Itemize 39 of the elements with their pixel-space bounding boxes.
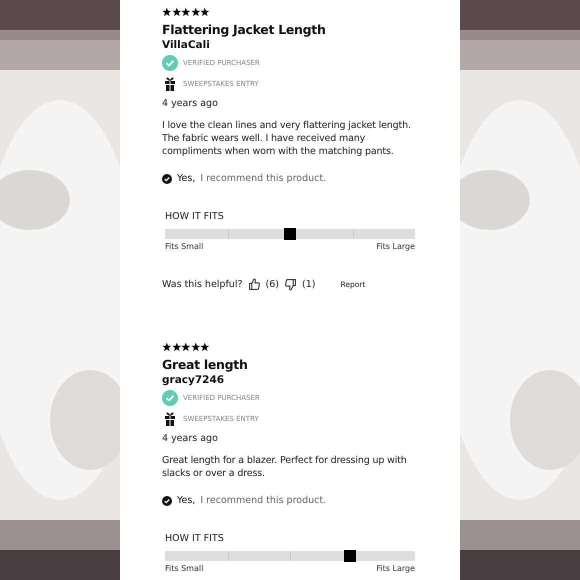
fit-heading: HOW IT FITS <box>165 211 224 222</box>
reviewer-name: VillaCali <box>162 39 210 51</box>
star-icon <box>162 342 172 352</box>
star-icon <box>162 7 172 17</box>
recommend-answer: Yes, <box>177 495 196 506</box>
star-icon <box>181 7 191 17</box>
check-circle-icon <box>162 55 178 71</box>
review-date: 4 years ago <box>162 433 218 444</box>
check-circle-icon <box>162 390 178 406</box>
review-date: 4 years ago <box>162 98 218 109</box>
fit-low-label: Fits Small <box>165 242 204 252</box>
gift-icon <box>162 411 178 427</box>
star-icon <box>200 342 210 352</box>
helpful-count: (6) <box>266 279 279 290</box>
recommend-answer: Yes, <box>177 173 196 184</box>
fit-low-label: Fits Small <box>165 564 204 574</box>
fit-heading: HOW IT FITS <box>165 533 224 544</box>
recommend-text: I recommend this product. <box>200 495 326 506</box>
star-icon <box>190 7 200 17</box>
review-title: Great length <box>162 357 248 372</box>
thumbs-down-icon[interactable] <box>284 278 297 291</box>
helpful-question: Was this helpful? <box>162 279 243 290</box>
star-icon <box>181 342 191 352</box>
check-circle-icon <box>162 174 172 184</box>
recommend-text: I recommend this product. <box>200 173 326 184</box>
review-text: I love the clean lines and very flattering jacket length. The fabric wears well. I have received many compliments when worn with the matching pants. <box>162 119 412 158</box>
gift-icon <box>162 76 178 92</box>
check-circle-icon <box>162 496 172 506</box>
fit-high-label: Fits Large <box>376 242 415 252</box>
review-title: Flattering Jacket Length <box>162 22 326 37</box>
star-icon <box>172 7 182 17</box>
star-icon <box>190 342 200 352</box>
unhelpful-count: (1) <box>302 279 316 290</box>
thumbs-up-icon[interactable] <box>248 278 261 291</box>
reviewer-name: gracy7246 <box>162 374 224 386</box>
star-icon <box>172 342 182 352</box>
star-icon <box>200 7 210 17</box>
fit-high-label: Fits Large <box>376 564 415 574</box>
review-text: Great length for a blazer. Perfect for dressing up with slacks or over a dress. <box>162 454 408 480</box>
